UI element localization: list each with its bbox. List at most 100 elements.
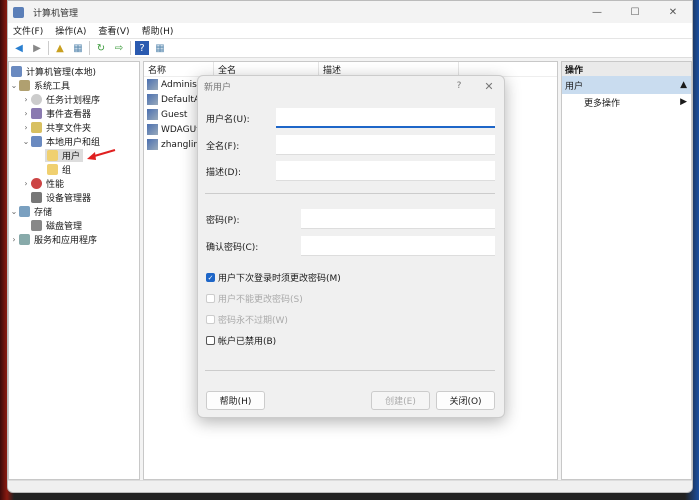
chevron-down-icon[interactable]: ⌄: [21, 137, 31, 146]
window-title: 计算机管理: [33, 8, 79, 19]
tree-label: 任务计划程序: [46, 95, 101, 106]
help-button[interactable]: 帮助(H): [206, 391, 265, 410]
forward-icon[interactable]: ▶: [30, 41, 44, 55]
actions-pane: 操作 用户 ▲ 更多操作 ▶: [561, 61, 692, 480]
menu-action[interactable]: 操作(A): [55, 24, 86, 37]
more-actions-label: 更多操作: [584, 98, 621, 109]
dialog-title: 新用户: [204, 82, 232, 93]
password-label: 密码(P):: [206, 215, 240, 226]
tools-icon: [19, 79, 30, 91]
user-icon: [147, 109, 158, 120]
divider: [130, 41, 131, 55]
navigation-tree: 计算机管理(本地) ⌄ 系统工具 › 任务计划程序 › 事件查看器 › 共享文件夹 ⌄ 本…: [8, 61, 140, 480]
shared-folder-icon: [31, 121, 42, 133]
storage-icon: [19, 205, 30, 217]
tree-label: 系统工具: [34, 81, 71, 92]
confirm-password-input[interactable]: [301, 236, 495, 256]
tree-label: 设备管理器: [46, 193, 92, 204]
tree-item-system-tools[interactable]: ⌄ 系统工具: [9, 78, 139, 92]
tree-item-groups[interactable]: 组: [9, 162, 139, 176]
show-hide-tree-icon[interactable]: ▦: [71, 41, 85, 55]
divider: [205, 193, 495, 194]
password-input[interactable]: [301, 209, 495, 229]
maximize-button[interactable]: ☐: [616, 7, 654, 18]
actions-section-users[interactable]: 用户 ▲: [562, 76, 691, 94]
actions-header: 操作: [562, 62, 691, 76]
dialog-help-button[interactable]: ?: [444, 81, 474, 91]
tree-item-disk-management[interactable]: 磁盘管理: [9, 218, 139, 232]
refresh-icon[interactable]: ↻: [94, 41, 108, 55]
folder-icon: [47, 149, 58, 161]
tree-label: 性能: [46, 179, 65, 190]
tree-item-users[interactable]: 用户: [9, 148, 139, 162]
cannot-change-password-checkbox[interactable]: 用户不能更改密码(S): [206, 292, 303, 305]
chevron-right-icon[interactable]: ›: [21, 123, 31, 132]
tree-label: 计算机管理(本地): [26, 67, 97, 78]
title-bar: 计算机管理 — ☐ ✕: [8, 1, 692, 23]
users-icon: [31, 135, 42, 147]
chevron-down-icon[interactable]: ⌄: [9, 207, 19, 216]
password-never-expires-checkbox[interactable]: 密码永不过期(W): [206, 313, 288, 326]
create-button[interactable]: 创建(E): [371, 391, 430, 410]
menu-view[interactable]: 查看(V): [98, 24, 129, 37]
tree-item-event-viewer[interactable]: › 事件查看器: [9, 106, 139, 120]
more-actions-item[interactable]: 更多操作 ▶: [562, 94, 691, 110]
username-label: 用户名(U):: [206, 114, 250, 125]
collapse-up-icon[interactable]: ▲: [680, 80, 687, 90]
user-name: Guest: [161, 109, 188, 120]
column-name[interactable]: 名称: [144, 62, 214, 76]
tree-item-services-apps[interactable]: › 服务和应用程序: [9, 232, 139, 246]
tree-label: 共享文件夹: [46, 123, 92, 134]
help-icon[interactable]: ?: [135, 41, 149, 55]
must-change-password-checkbox[interactable]: ✓ 用户下次登录时须更改密码(M): [206, 271, 341, 284]
fullname-input[interactable]: [276, 135, 495, 155]
tree-label: 磁盘管理: [46, 221, 83, 232]
show-action-pane-icon[interactable]: ▦: [153, 41, 167, 55]
checkbox-icon: [206, 315, 215, 324]
tree-item-local-users-groups[interactable]: ⌄ 本地用户和组: [9, 134, 139, 148]
close-button[interactable]: ✕: [654, 7, 692, 18]
description-label: 描述(D):: [206, 167, 241, 178]
chevron-right-icon[interactable]: ›: [21, 179, 31, 188]
tree-item-performance[interactable]: › 性能: [9, 176, 139, 190]
tree-item-device-manager[interactable]: 设备管理器: [9, 190, 139, 204]
user-icon: [147, 94, 158, 105]
user-name: zhanglin: [161, 139, 200, 150]
tree-item-shared-folders[interactable]: › 共享文件夹: [9, 120, 139, 134]
chevron-down-icon[interactable]: ⌄: [9, 81, 19, 90]
tree-item-storage[interactable]: ⌄ 存储: [9, 204, 139, 218]
user-icon: [147, 139, 158, 150]
event-viewer-icon: [31, 107, 42, 119]
checkbox-icon: [206, 294, 215, 303]
checkmark-icon: ✓: [206, 273, 215, 282]
minimize-button[interactable]: —: [578, 7, 616, 18]
column-description[interactable]: 描述: [319, 62, 459, 76]
account-disabled-checkbox[interactable]: 帐户已禁用(B): [206, 334, 276, 347]
menu-file[interactable]: 文件(F): [13, 24, 43, 37]
tree-item-computer-management[interactable]: 计算机管理(本地): [9, 64, 139, 78]
chevron-right-icon[interactable]: ›: [21, 109, 31, 118]
close-dialog-button[interactable]: 关闭(O): [436, 391, 495, 410]
chevron-right-icon[interactable]: ›: [9, 235, 19, 244]
confirm-password-label: 确认密码(C):: [206, 242, 259, 253]
column-fullname[interactable]: 全名: [214, 62, 319, 76]
description-input[interactable]: [276, 161, 495, 181]
username-input[interactable]: [276, 108, 495, 128]
export-list-icon[interactable]: ⇨: [112, 41, 126, 55]
chevron-right-icon[interactable]: ›: [21, 95, 31, 104]
user-icon: [147, 124, 158, 135]
disk-icon: [31, 219, 42, 231]
app-icon: [13, 6, 24, 18]
divider: [89, 41, 90, 55]
checkbox-label: 用户不能更改密码(S): [218, 295, 303, 305]
tree-label: 本地用户和组: [46, 137, 101, 148]
back-icon[interactable]: ◀: [12, 41, 26, 55]
divider: [48, 41, 49, 55]
tree-item-task-scheduler[interactable]: › 任务计划程序: [9, 92, 139, 106]
submenu-arrow-icon: ▶: [680, 97, 687, 107]
dialog-close-button[interactable]: ✕: [474, 80, 504, 93]
menu-help[interactable]: 帮助(H): [142, 24, 174, 37]
checkbox-label: 密码永不过期(W): [218, 316, 288, 326]
up-folder-icon[interactable]: ▲: [53, 41, 67, 55]
tree-label: 存储: [34, 207, 53, 218]
